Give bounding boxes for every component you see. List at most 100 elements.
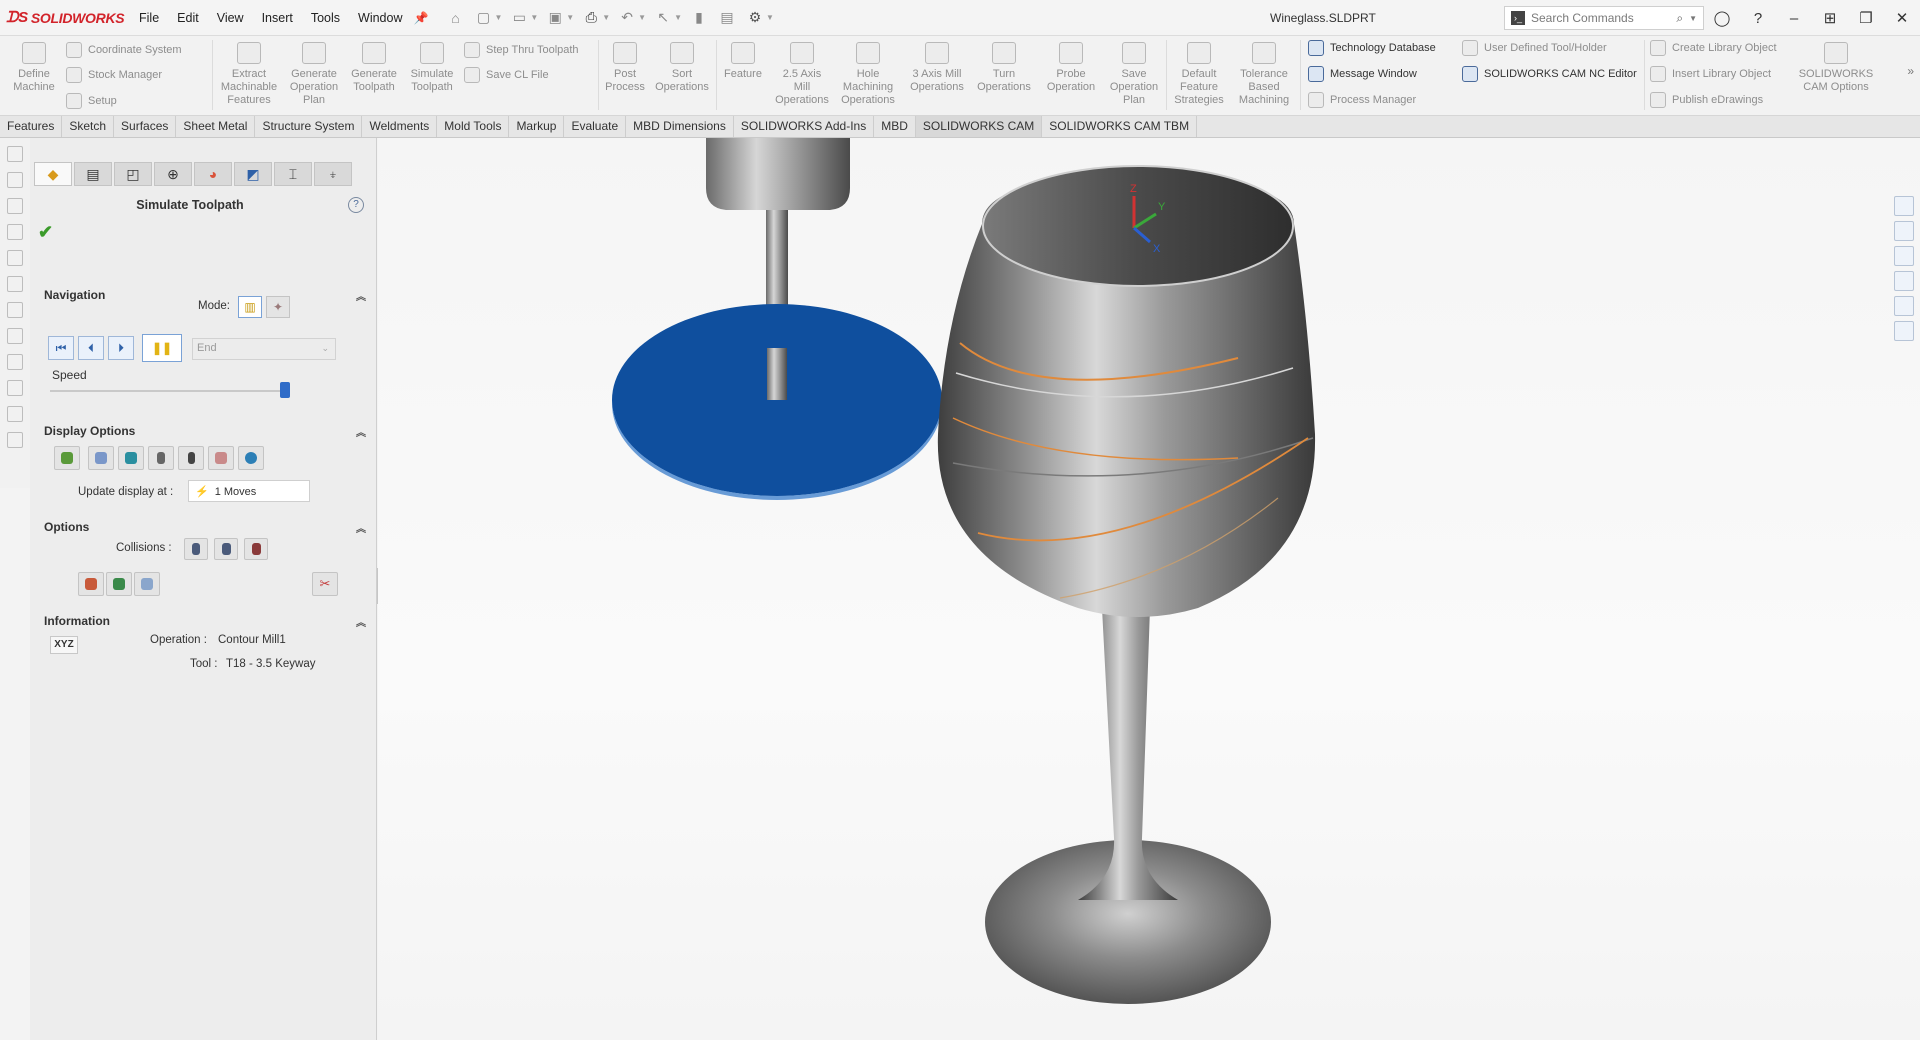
- tab-markup[interactable]: Markup: [509, 116, 565, 137]
- select-dropdown-icon[interactable]: ▼: [674, 13, 682, 22]
- generate-toolpath-button[interactable]: Generate Toolpath: [346, 42, 402, 94]
- probe-operation-button[interactable]: Probe Operation: [1040, 42, 1102, 94]
- default-feature-strategies-button[interactable]: Default Feature Strategies: [1170, 42, 1228, 107]
- property-manager-tab-icon[interactable]: ▤: [74, 162, 112, 186]
- view-palette-icon[interactable]: [1894, 271, 1914, 291]
- process-manager-button[interactable]: Process Manager: [1308, 92, 1416, 108]
- setup-button[interactable]: Setup: [66, 93, 117, 109]
- select-arrow-icon[interactable]: ↖: [652, 7, 674, 29]
- mode-stock-icon[interactable]: ✦: [266, 296, 290, 318]
- save-simulation-icon[interactable]: [134, 572, 160, 596]
- save-stock-icon[interactable]: [106, 572, 132, 596]
- minimize-button[interactable]: –: [1776, 10, 1812, 27]
- collision-holder-icon[interactable]: [214, 538, 238, 560]
- custom-properties-icon[interactable]: [1894, 321, 1914, 341]
- strip-icon[interactable]: [7, 172, 23, 188]
- save-dropdown-icon[interactable]: ▼: [566, 13, 574, 22]
- sort-operations-button[interactable]: Sort Operations: [652, 42, 712, 94]
- tab-features[interactable]: Features: [0, 116, 63, 137]
- message-window-button[interactable]: Message Window: [1308, 66, 1417, 82]
- cutting-tool[interactable]: [612, 138, 942, 500]
- turn-operations-button[interactable]: Turn Operations: [976, 42, 1032, 94]
- show-fixture-icon[interactable]: [118, 446, 144, 470]
- nc-editor-button[interactable]: SOLIDWORKS CAM NC Editor: [1462, 66, 1637, 82]
- define-machine-button[interactable]: Define Machine: [6, 42, 62, 94]
- strip-icon[interactable]: [7, 302, 23, 318]
- strip-icon[interactable]: [7, 328, 23, 344]
- show-tool-icon[interactable]: [148, 446, 174, 470]
- options-gear-icon[interactable]: ⚙: [744, 7, 766, 29]
- extract-features-button[interactable]: Extract Machinable Features: [216, 42, 282, 107]
- menu-insert[interactable]: Insert: [253, 11, 302, 25]
- search-commands-box[interactable]: ›_ Search Commands ⌕ ▼: [1504, 6, 1704, 30]
- tab-evaluate[interactable]: Evaluate: [564, 116, 627, 137]
- collapse-chevron-icon[interactable]: ︽: [356, 288, 366, 303]
- tab-mbd[interactable]: MBD: [874, 116, 916, 137]
- information-header[interactable]: Information ︽: [44, 612, 370, 630]
- compare-model-icon[interactable]: [78, 572, 104, 596]
- collision-tool-icon[interactable]: [184, 538, 208, 560]
- speed-slider-track[interactable]: [50, 390, 288, 392]
- show-stock-icon[interactable]: [54, 446, 80, 470]
- cam-operation-tree-tab-icon[interactable]: ⌶: [274, 162, 312, 186]
- tab-structure-system[interactable]: Structure System: [255, 116, 363, 137]
- publish-edrawings-button[interactable]: Publish eDrawings: [1650, 92, 1763, 108]
- close-button[interactable]: ✕: [1884, 9, 1920, 27]
- undo-dropdown-icon[interactable]: ▼: [638, 13, 646, 22]
- tab-sheet-metal[interactable]: Sheet Metal: [176, 116, 256, 137]
- design-library-icon[interactable]: [1894, 221, 1914, 241]
- axis25-mill-button[interactable]: 2.5 Axis Mill Operations: [774, 42, 830, 107]
- home-icon[interactable]: ⌂: [444, 7, 466, 29]
- expand-toolbar-icon[interactable]: »: [1907, 64, 1914, 78]
- tile-windows-icon[interactable]: ⊞: [1812, 9, 1848, 27]
- rebuild-icon[interactable]: ▮: [688, 7, 710, 29]
- collapse-chevron-icon[interactable]: ︽: [356, 520, 366, 535]
- stock-manager-button[interactable]: Stock Manager: [66, 67, 162, 83]
- tab-mbd-dimensions[interactable]: MBD Dimensions: [626, 116, 734, 137]
- generate-operation-plan-button[interactable]: Generate Operation Plan: [284, 42, 344, 107]
- appearances-icon[interactable]: [1894, 296, 1914, 316]
- feature-button[interactable]: Feature: [720, 42, 766, 81]
- strip-icon[interactable]: [7, 354, 23, 370]
- open-folder-icon[interactable]: ▭: [508, 7, 530, 29]
- user-defined-tool-button[interactable]: User Defined Tool/Holder: [1462, 40, 1607, 56]
- strip-icon[interactable]: [7, 432, 23, 448]
- graphics-viewport[interactable]: Z Y X: [378, 138, 1920, 1040]
- tab-solidworks-cam-tbm[interactable]: SOLIDWORKS CAM TBM: [1042, 116, 1198, 137]
- display-options-header[interactable]: Display Options ︽: [44, 422, 370, 440]
- display-manager-tab-icon[interactable]: ◕: [194, 162, 232, 186]
- dimxpert-tab-icon[interactable]: ⊕: [154, 162, 192, 186]
- strip-icon[interactable]: [7, 146, 23, 162]
- options-header[interactable]: Options ︽: [44, 518, 370, 536]
- help-icon[interactable]: ?: [348, 197, 364, 213]
- axis3-mill-button[interactable]: 3 Axis Mill Operations: [902, 42, 972, 94]
- cam-tool-tree-tab-icon[interactable]: ⍖: [314, 162, 352, 186]
- simulate-toolpath-button[interactable]: Simulate Toolpath: [404, 42, 460, 94]
- technology-database-button[interactable]: Technology Database: [1308, 40, 1436, 56]
- save-cl-file-button[interactable]: Save CL File: [464, 67, 549, 83]
- undo-icon[interactable]: ↶: [616, 7, 638, 29]
- new-dropdown-icon[interactable]: ▼: [494, 13, 502, 22]
- search-icon[interactable]: ⌕: [1676, 11, 1683, 26]
- menu-file[interactable]: File: [130, 11, 168, 25]
- tab-surfaces[interactable]: Surfaces: [114, 116, 177, 137]
- show-toolpath-icon[interactable]: [238, 446, 264, 470]
- strip-icon[interactable]: [7, 198, 23, 214]
- post-process-button[interactable]: Post Process: [602, 42, 648, 94]
- cam-feature-tree-tab-icon[interactable]: ◩: [234, 162, 272, 186]
- pin-icon[interactable]: 📌: [414, 11, 429, 25]
- step-thru-toolpath-button[interactable]: Step Thru Toolpath: [464, 42, 579, 58]
- strip-icon[interactable]: [7, 250, 23, 266]
- menu-view[interactable]: View: [208, 11, 253, 25]
- collision-stop-icon[interactable]: [244, 538, 268, 560]
- file-explorer-icon[interactable]: [1894, 246, 1914, 266]
- cam-options-button[interactable]: SOLIDWORKS CAM Options: [1794, 42, 1878, 94]
- show-holder-icon[interactable]: [178, 446, 204, 470]
- strip-icon[interactable]: [7, 406, 23, 422]
- tab-mold-tools[interactable]: Mold Tools: [437, 116, 510, 137]
- tab-weldments[interactable]: Weldments: [362, 116, 438, 137]
- help-icon[interactable]: ?: [1740, 10, 1776, 27]
- show-part-icon[interactable]: [88, 446, 114, 470]
- create-library-object-button[interactable]: Create Library Object: [1650, 40, 1777, 56]
- pause-button[interactable]: ❚❚: [142, 334, 182, 362]
